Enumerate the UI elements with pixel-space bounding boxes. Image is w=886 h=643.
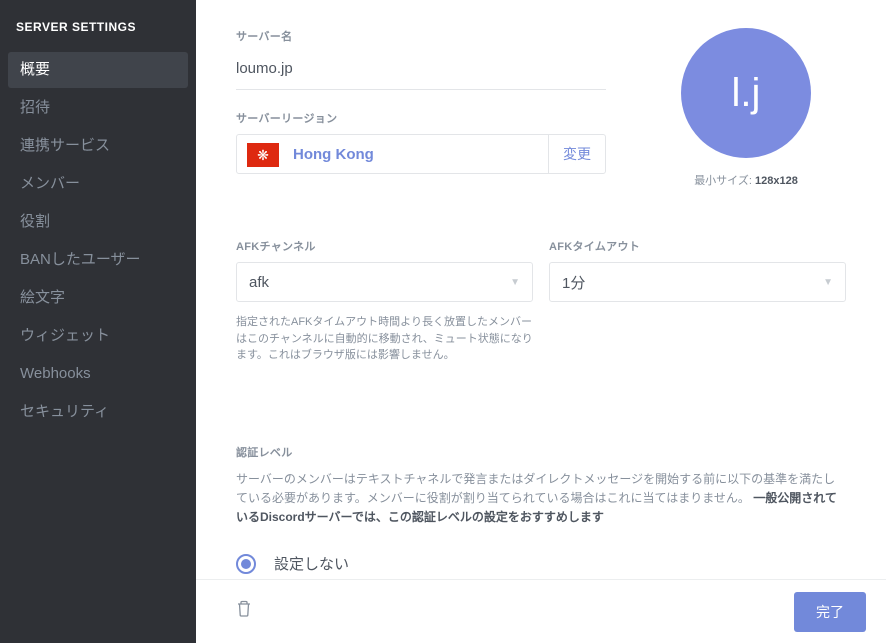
sidebar-item-label: 連携サービス xyxy=(20,137,110,154)
sidebar-item-invite[interactable]: 招待 xyxy=(8,90,188,126)
main-content: サーバー名 サーバーリージョン ❋ Hong Kong 変更 l.j 最小サイズ… xyxy=(196,0,886,643)
region-change-button[interactable]: 変更 xyxy=(548,135,605,173)
verification-desc-text: サーバーのメンバーはテキストチャネルで発言またはダイレクトメッセージを開始する前… xyxy=(236,472,835,505)
radio-label: 設定しない xyxy=(274,553,349,574)
region-name: Hong Kong xyxy=(293,135,548,173)
afk-channel-select[interactable]: afk ▼ xyxy=(236,262,533,302)
sidebar-item-security[interactable]: セキュリティ xyxy=(8,394,188,430)
sidebar-item-label: BANしたユーザー xyxy=(20,251,141,268)
sidebar-item-label: メンバー xyxy=(20,175,80,192)
avatar-initials: l.j xyxy=(732,71,761,116)
sidebar-item-bans[interactable]: BANしたユーザー xyxy=(8,242,188,278)
sidebar-item-label: 概要 xyxy=(20,61,50,78)
done-button[interactable]: 完了 xyxy=(794,592,866,632)
sidebar-item-label: セキュリティ xyxy=(20,403,109,420)
afk-timeout-select[interactable]: 1分 ▼ xyxy=(549,262,846,302)
chevron-down-icon: ▼ xyxy=(510,277,520,288)
server-name-label: サーバー名 xyxy=(236,28,606,44)
verification-option-none[interactable]: 設定しない xyxy=(236,545,846,579)
sidebar-item-roles[interactable]: 役割 xyxy=(8,204,188,240)
sidebar-item-label: ウィジェット xyxy=(20,327,110,344)
sidebar-item-integrations[interactable]: 連携サービス xyxy=(8,128,188,164)
sidebar-item-members[interactable]: メンバー xyxy=(8,166,188,202)
region-label: サーバーリージョン xyxy=(236,110,606,126)
radio-icon xyxy=(236,554,256,574)
min-size-value: 128x128 xyxy=(755,175,798,187)
min-size-hint: 最小サイズ: 128x128 xyxy=(694,172,798,188)
sidebar-item-overview[interactable]: 概要 xyxy=(8,52,188,88)
sidebar-item-emoji[interactable]: 絵文字 xyxy=(8,280,188,316)
sidebar-item-label: 招待 xyxy=(20,99,50,116)
afk-channel-label: AFKチャンネル xyxy=(236,238,533,254)
verification-label: 認証レベル xyxy=(236,444,846,460)
server-avatar[interactable]: l.j xyxy=(681,28,811,158)
content-scroll: サーバー名 サーバーリージョン ❋ Hong Kong 変更 l.j 最小サイズ… xyxy=(196,0,886,579)
afk-channel-value: afk xyxy=(249,274,269,291)
hongkong-flag-icon: ❋ xyxy=(247,143,279,167)
afk-timeout-value: 1分 xyxy=(562,272,585,293)
server-name-input[interactable] xyxy=(236,52,606,90)
afk-channel-help: 指定されたAFKタイムアウト時間より長く放置したメンバーはこのチャンネルに自動的… xyxy=(236,314,533,364)
sidebar-header: SERVER SETTINGS xyxy=(0,20,196,50)
sidebar-item-label: 絵文字 xyxy=(20,289,65,306)
sidebar: SERVER SETTINGS 概要 招待 連携サービス メンバー 役割 BAN… xyxy=(0,0,196,643)
verification-radio-group: 設定しない 低 xyxy=(236,545,846,579)
chevron-down-icon: ▼ xyxy=(823,277,833,288)
verification-description: サーバーのメンバーはテキストチャネルで発言またはダイレクトメッセージを開始する前… xyxy=(236,470,846,528)
trash-icon[interactable] xyxy=(236,600,252,623)
sidebar-item-webhooks[interactable]: Webhooks xyxy=(8,356,188,392)
footer-bar: 完了 xyxy=(196,579,886,643)
sidebar-item-label: 役割 xyxy=(20,213,50,230)
min-size-label: 最小サイズ: xyxy=(694,175,752,187)
sidebar-item-widget[interactable]: ウィジェット xyxy=(8,318,188,354)
sidebar-item-label: Webhooks xyxy=(20,365,91,382)
region-selector: ❋ Hong Kong 変更 xyxy=(236,134,606,174)
afk-timeout-label: AFKタイムアウト xyxy=(549,238,846,254)
